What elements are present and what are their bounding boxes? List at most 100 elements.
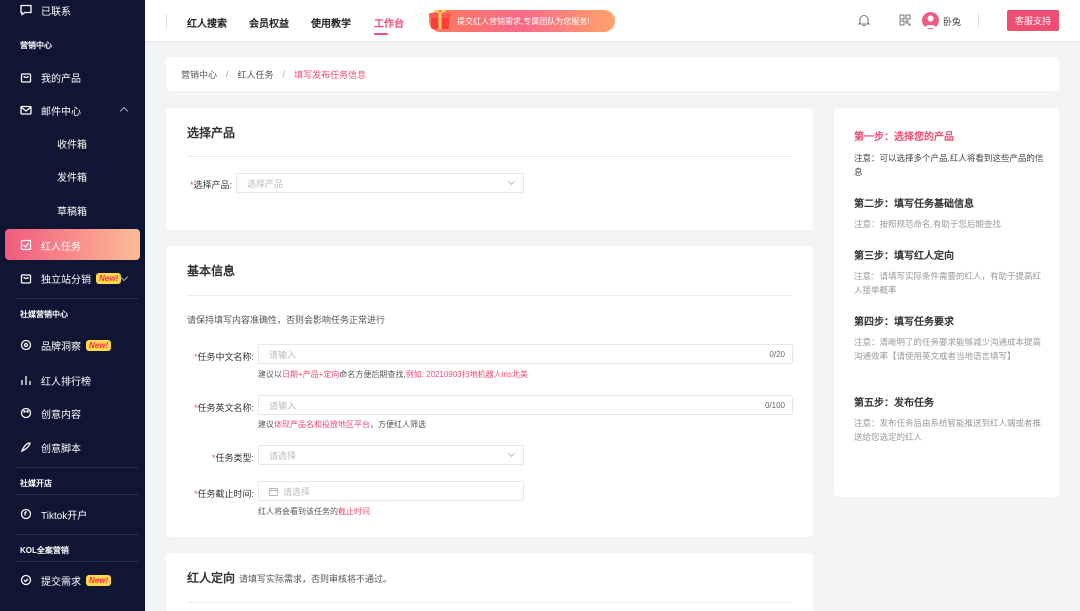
sidebar-item-influencer-rank[interactable]: 红人排行榜	[0, 365, 145, 395]
chevron-up-icon	[119, 106, 129, 116]
nav-tutorial[interactable]: 使用教学	[311, 15, 351, 30]
divider	[187, 602, 792, 603]
field-hint: 红人将会看到该任务的截止时间	[258, 507, 370, 516]
sidebar-item-label: 收件箱	[57, 139, 87, 151]
sidebar-item-site-distribution[interactable]: 独立站分销 New!	[0, 263, 145, 293]
step-note: 注意：发布任务后由系统智能推送到红人端或者推送给您选定的红人	[854, 418, 1042, 442]
breadcrumb-item[interactable]: 红人任务	[238, 68, 274, 81]
sidebar-item-creative-script[interactable]: 创意脚本	[0, 432, 145, 462]
checkbox-icon	[20, 239, 32, 251]
product-select[interactable]: 选择产品	[236, 173, 524, 193]
task-type-select[interactable]: 请选择	[258, 445, 524, 465]
bag-icon	[20, 272, 32, 284]
sidebar-item-label: 邮件中心	[41, 106, 81, 118]
section-title: 基本信息	[187, 264, 236, 278]
divider	[16, 494, 138, 495]
divider	[16, 534, 138, 535]
nav-active-underline	[374, 33, 388, 35]
chevron-down-icon	[119, 272, 129, 282]
divider	[16, 298, 138, 299]
nav-workbench[interactable]: 工作台	[374, 15, 404, 30]
select-placeholder: 请选择	[269, 450, 297, 461]
step-note: 注意：可以选择多个产品,红人将看到这些产品的信息	[854, 153, 1044, 177]
breadcrumb-separator: /	[226, 69, 229, 79]
chat-icon	[20, 4, 32, 16]
task-deadline-picker[interactable]: 请选择	[258, 481, 524, 501]
gift-icon	[429, 9, 451, 29]
field-label: *任务中文名称:	[193, 352, 254, 362]
char-counter: 0/100	[764, 400, 785, 410]
new-badge: New!	[86, 339, 112, 351]
sidebar: 已联系 营销中心 我的产品 邮件中心 收件箱 发件箱 草稿箱 红人任务 独立站分…	[0, 0, 145, 611]
step-title: 第一步：选择您的产品	[854, 132, 954, 143]
sidebar-item-label: 发件箱	[57, 172, 87, 184]
sidebar-item-label: Tiktok开户	[41, 510, 88, 522]
char-counter: 0/20	[769, 349, 785, 359]
username[interactable]: 卧兔	[943, 15, 961, 28]
sidebar-group-social-open: 社媒开店	[20, 479, 52, 488]
sidebar-item-label: 草稿箱	[57, 206, 87, 218]
sidebar-item-label: 我的产品	[41, 73, 81, 85]
divider	[978, 14, 979, 28]
basic-info-card: 基本信息 请保持填写内容准确性，否则会影响任务正常进行 *任务中文名称: 请输入…	[166, 246, 813, 537]
sidebar-item-label: 已联系	[41, 6, 71, 18]
sidebar-item-inbox[interactable]: 收件箱	[0, 128, 145, 158]
divider	[187, 156, 792, 157]
field-label: *任务截止时间:	[193, 489, 254, 499]
chevron-down-icon	[507, 177, 516, 186]
divider	[16, 467, 138, 468]
sidebar-group-social: 社媒营销中心	[20, 310, 68, 319]
bell-icon[interactable]	[857, 13, 871, 27]
breadcrumb: 营销中心 / 红人任务 / 填写发布任务信息	[166, 57, 1059, 91]
select-placeholder: 选择产品	[247, 178, 284, 189]
nav-influencer-search[interactable]: 红人搜索	[187, 15, 227, 30]
divider	[166, 14, 167, 28]
select-placeholder: 请选择	[283, 486, 311, 497]
sidebar-item-influencer-tasks[interactable]: 红人任务	[0, 230, 145, 260]
section-note: 请保持填写内容准确性，否则会影响任务正常进行	[187, 315, 386, 325]
step-title: 第四步：填写任务要求	[854, 317, 954, 328]
bar-chart-icon	[20, 374, 32, 386]
task-cn-name-input[interactable]: 请输入 0/20	[258, 344, 793, 364]
avatar[interactable]	[922, 12, 939, 29]
step-note: 注意：请填写实际条件需要的红人，有助于提高红人接单概率	[854, 271, 1042, 295]
sidebar-item-submit-request[interactable]: 提交需求 New!	[0, 565, 145, 595]
steps-panel: 第一步：选择您的产品 注意：可以选择多个产品,红人将看到这些产品的信息 第二步：…	[834, 108, 1059, 497]
nav-member-benefits[interactable]: 会员权益	[249, 15, 289, 30]
pen-icon	[20, 441, 32, 453]
shield-icon	[20, 574, 32, 586]
select-product-card: 选择产品 *选择产品: 选择产品	[166, 108, 813, 230]
qr-code-icon[interactable]	[899, 14, 911, 26]
step-title: 第三步：填写红人定向	[854, 251, 954, 262]
new-badge: New!	[86, 574, 112, 586]
step-title: 第五步：发布任务	[854, 398, 934, 409]
step-note: 注意：清晰明了的任务要求能够减少沟通成本提高沟通效率【请使用英文或者当地语言填写…	[854, 337, 1042, 361]
sidebar-item-my-products[interactable]: 我的产品	[0, 62, 145, 92]
chevron-down-icon	[507, 449, 516, 458]
input-placeholder: 请输入	[269, 349, 297, 360]
divider	[187, 295, 792, 296]
sidebar-item-outbox[interactable]: 发件箱	[0, 161, 145, 191]
sidebar-item-drafts[interactable]: 草稿箱	[0, 195, 145, 225]
sidebar-item-label: 红人任务	[41, 241, 81, 253]
promo-banner[interactable]: 提交红人营销需求,专属团队为您服务!	[429, 9, 615, 32]
promo-banner-text: 提交红人营销需求,专属团队为您服务!	[457, 16, 590, 26]
targeting-card: 红人定向 请填写实际需求，否则审核将不通过。	[166, 553, 813, 611]
sidebar-item-brand-insight[interactable]: 品牌洞察 New!	[0, 330, 145, 360]
divider	[16, 561, 138, 562]
breadcrumb-separator: /	[282, 69, 286, 79]
mail-icon	[20, 104, 32, 116]
field-label: *任务类型:	[211, 453, 254, 463]
palette-icon	[20, 407, 32, 419]
task-en-name-input[interactable]: 请输入 0/100	[258, 395, 793, 415]
step-title: 第二步：填写任务基础信息	[854, 199, 974, 210]
sidebar-item-contacted[interactable]: 已联系	[0, 0, 145, 25]
calendar-icon	[269, 487, 278, 496]
customer-support-button[interactable]: 客服支持	[1007, 10, 1059, 31]
sidebar-item-mail-center[interactable]: 邮件中心	[0, 95, 145, 125]
field-hint: 建议以日期+产品+定向命名方便后期查找,例如: 20210903扫地机器人ins…	[258, 370, 528, 379]
breadcrumb-item[interactable]: 营销中心	[181, 68, 217, 81]
field-label: *任务英文名称:	[193, 403, 254, 413]
sidebar-item-tiktok-open[interactable]: Tiktok开户	[0, 499, 145, 529]
sidebar-item-creative-content[interactable]: 创意内容	[0, 398, 145, 428]
